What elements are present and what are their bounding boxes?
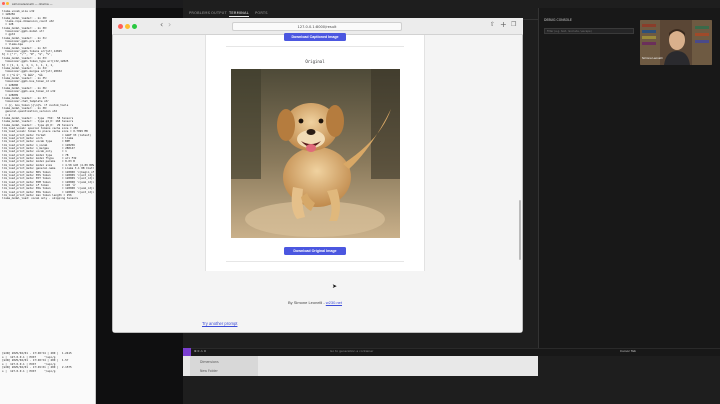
status-message: Go to generation a container [330, 349, 374, 353]
tab-overview-icon[interactable]: ❐ [511, 21, 516, 28]
maximize-icon[interactable] [132, 24, 137, 29]
debug-filter-input[interactable]: Filter (e.g. text, !exclude, \escape) [544, 28, 634, 34]
byline-text: By Simone Leonelli - [287, 300, 326, 305]
tab-output[interactable]: OUTPUT [211, 11, 227, 15]
terminal-title: simoneleonelli — ollama — [0, 0, 95, 8]
download-original-button[interactable]: Download Original Image [284, 247, 346, 255]
sidebar-item-dimensions[interactable]: Dimensions [200, 360, 219, 364]
tab-ports[interactable]: PORTS [255, 11, 268, 15]
share-icon[interactable]: ⇧ [490, 21, 495, 28]
remote-indicator[interactable] [183, 348, 191, 356]
close-icon[interactable] [2, 2, 5, 5]
sidebar-item-new-folder[interactable]: New Folder [200, 369, 218, 373]
byline: By Simone Leonelli - w230.net [230, 300, 400, 305]
status-cursor-tab[interactable]: Cursor Tab [620, 349, 636, 353]
new-tab-icon[interactable]: + [500, 20, 507, 29]
forward-icon[interactable]: › [168, 20, 171, 29]
download-captioned-button[interactable]: Download Captioned Image [284, 33, 346, 41]
divider [226, 261, 404, 262]
webcam-name-label: Simone Leonelli [642, 57, 663, 60]
mouse-cursor-icon: ➤ [332, 283, 338, 290]
original-image [231, 69, 400, 238]
original-heading: Original [305, 59, 325, 64]
dog-photo [231, 69, 400, 238]
try-another-link[interactable]: Try another prompt [202, 321, 237, 326]
terminal-window: simoneleonelli — ollama — llama.vocab_si… [0, 0, 96, 404]
back-icon[interactable]: ‹ [160, 20, 163, 29]
address-bar[interactable]: 127.0.0.1:8000/result [232, 22, 402, 31]
divider [226, 46, 404, 47]
background-window-sidebar [190, 356, 258, 376]
debug-console-title: DEBUG CONSOLE [544, 18, 572, 22]
terminal-request-log: [GIN] 2025/02/01 - 17:48:54 | 200 | 1.24… [2, 352, 94, 392]
status-problems[interactable]: ⊗ 0 ⚠ 0 [194, 349, 206, 353]
author-link[interactable]: w230.net [326, 300, 342, 305]
close-icon[interactable] [118, 24, 123, 29]
terminal-output: llama.vocab_size u32 = 128256 llama_model_… [2, 10, 94, 356]
minimize-icon[interactable] [6, 2, 9, 5]
minimize-icon[interactable] [125, 24, 130, 29]
status-bar [183, 348, 720, 356]
terminal-line: llama_model_load: vocab only - skipping … [2, 196, 79, 201]
tab-terminal[interactable]: TERMINAL [229, 11, 249, 17]
tab-problems[interactable]: PROBLEMS [189, 11, 210, 15]
scrollbar[interactable] [519, 200, 521, 260]
terminal-request-line: s | 127.0.0.1 | POST "/api/g [2, 368, 56, 373]
